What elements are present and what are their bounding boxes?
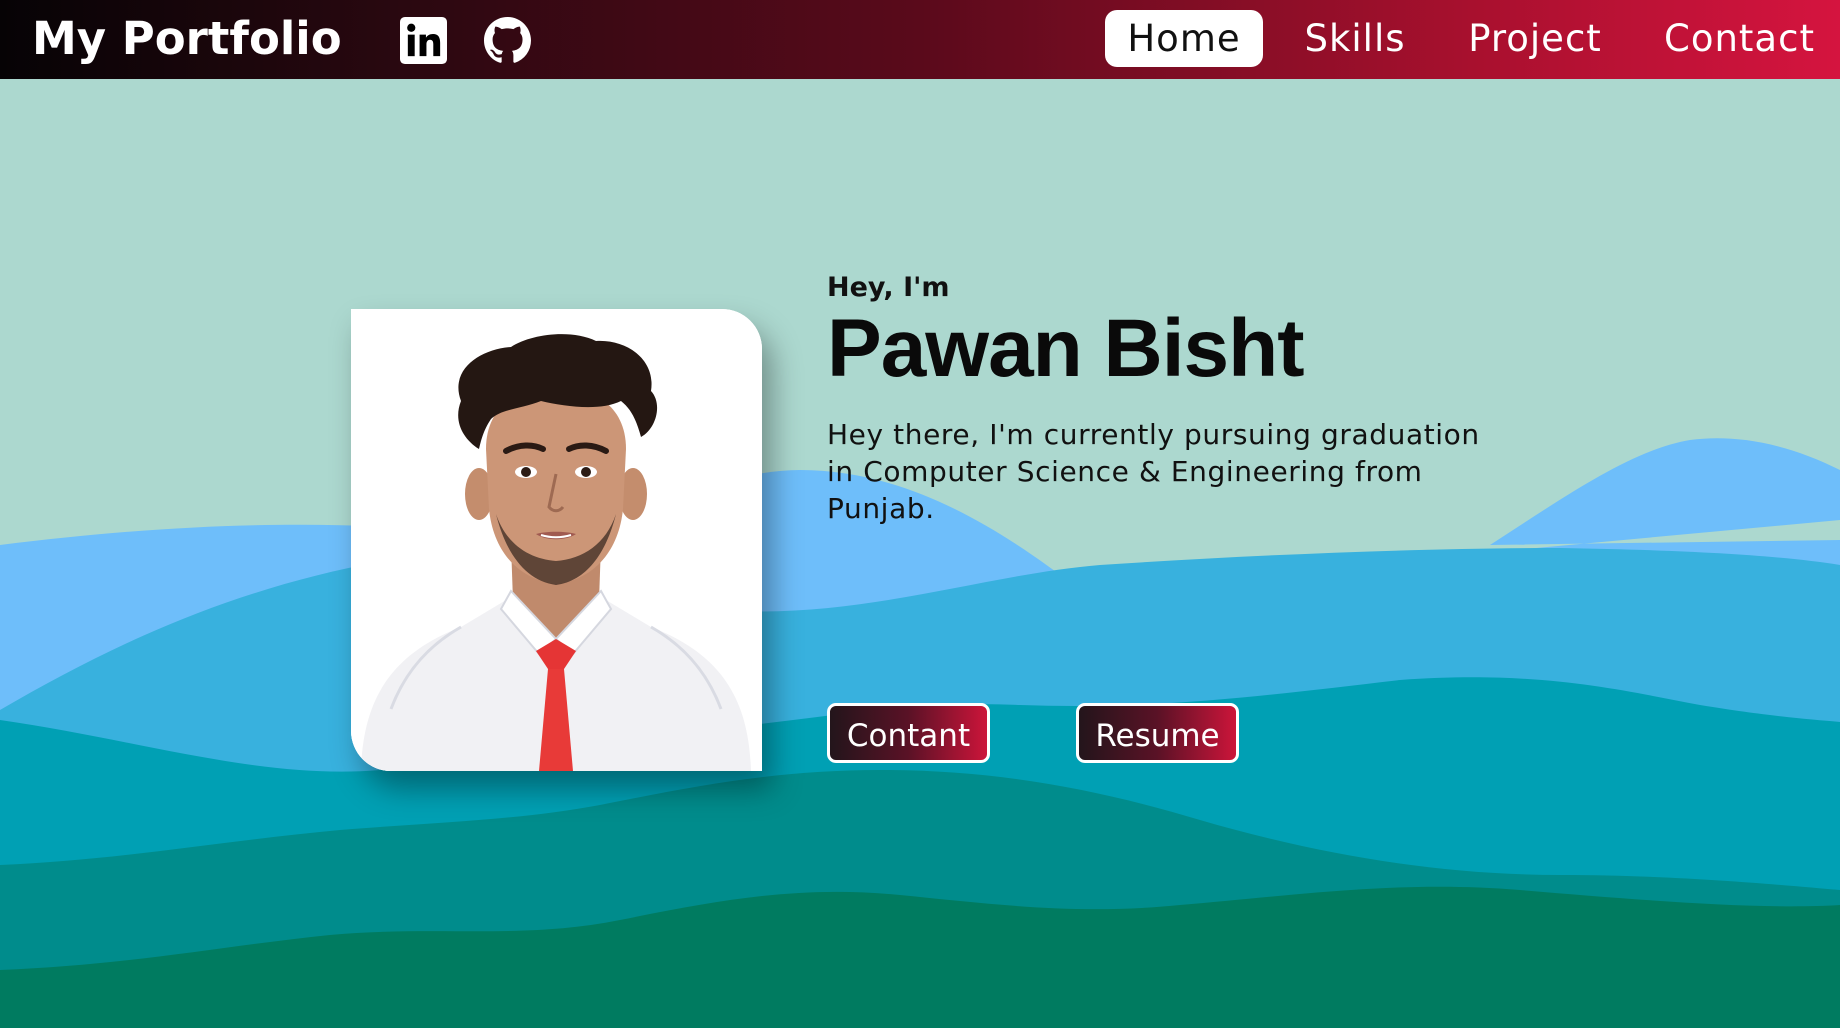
linkedin-icon[interactable] — [400, 17, 447, 64]
profile-portrait-image — [351, 309, 762, 771]
navbar: My Portfolio Home Skills Project Contact — [0, 0, 1840, 79]
profile-photo — [351, 309, 762, 771]
brand-title[interactable]: My Portfolio — [32, 11, 342, 67]
nav-skills[interactable]: Skills — [1300, 10, 1410, 67]
resume-button[interactable]: Resume — [1076, 703, 1239, 763]
nav-project[interactable]: Project — [1465, 10, 1605, 67]
github-icon[interactable] — [484, 17, 531, 64]
hero-bio: Hey there, I'm currently pursuing gradua… — [827, 418, 1480, 525]
hero-intro: Hey, I'm Pawan Bisht Hey there, I'm curr… — [827, 270, 1487, 527]
greeting-text: Hey, I'm — [827, 272, 950, 303]
contact-button[interactable]: Contant — [827, 703, 990, 763]
hero-name: Pawan Bisht — [827, 303, 1305, 394]
nav-contact[interactable]: Contact — [1664, 10, 1814, 67]
nav-home[interactable]: Home — [1105, 10, 1263, 67]
